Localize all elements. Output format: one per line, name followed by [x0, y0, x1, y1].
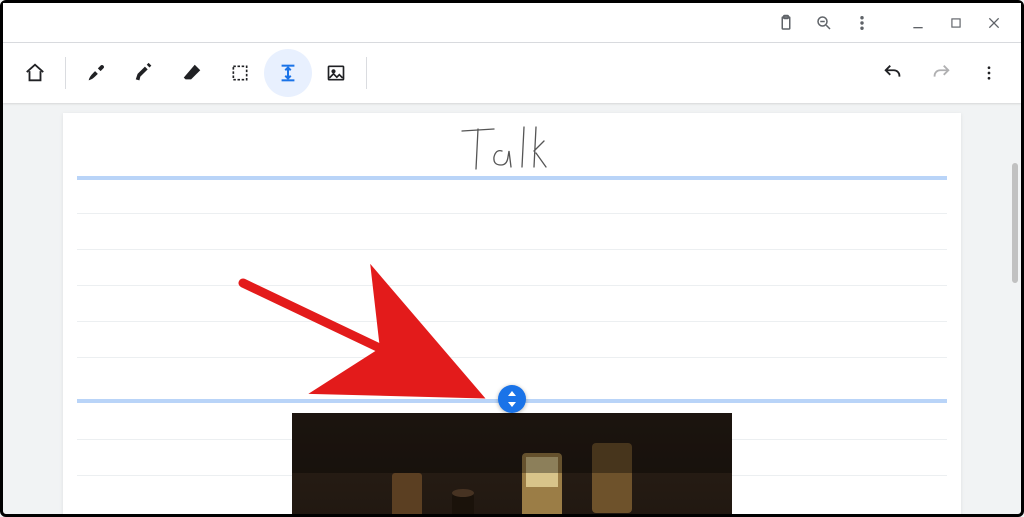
toolbar	[3, 43, 1021, 103]
zoom-out-icon[interactable]	[805, 4, 843, 42]
minimize-icon[interactable]	[899, 4, 937, 42]
maximize-icon[interactable]	[937, 4, 975, 42]
clipboard-icon[interactable]	[767, 4, 805, 42]
home-button[interactable]	[11, 49, 59, 97]
inserted-image[interactable]	[292, 413, 732, 514]
window-chrome	[3, 3, 1021, 43]
undo-button[interactable]	[869, 49, 917, 97]
ruled-line	[77, 285, 947, 286]
space-drag-handle[interactable]	[498, 385, 526, 413]
marker-tool-button[interactable]	[120, 49, 168, 97]
ruled-line	[77, 357, 947, 358]
ruled-line	[77, 213, 947, 214]
toolbar-overflow-button[interactable]	[965, 49, 1013, 97]
section-divider[interactable]	[77, 176, 947, 180]
eraser-tool-button[interactable]	[168, 49, 216, 97]
toolbar-separator	[65, 57, 66, 89]
pen-tool-button[interactable]	[72, 49, 120, 97]
insert-image-button[interactable]	[312, 49, 360, 97]
ruled-line	[77, 249, 947, 250]
canvas-area[interactable]: Talk	[3, 103, 1021, 514]
redo-button[interactable]	[917, 49, 965, 97]
handwritten-text	[432, 121, 592, 181]
window-overflow-icon[interactable]	[843, 4, 881, 42]
close-icon[interactable]	[975, 4, 1013, 42]
scrollbar-thumb[interactable]	[1012, 163, 1018, 283]
ruled-line	[77, 321, 947, 322]
toolbar-separator	[366, 57, 367, 89]
note-page[interactable]: Talk	[63, 113, 961, 514]
make-space-tool-button[interactable]	[264, 49, 312, 97]
selection-tool-button[interactable]	[216, 49, 264, 97]
